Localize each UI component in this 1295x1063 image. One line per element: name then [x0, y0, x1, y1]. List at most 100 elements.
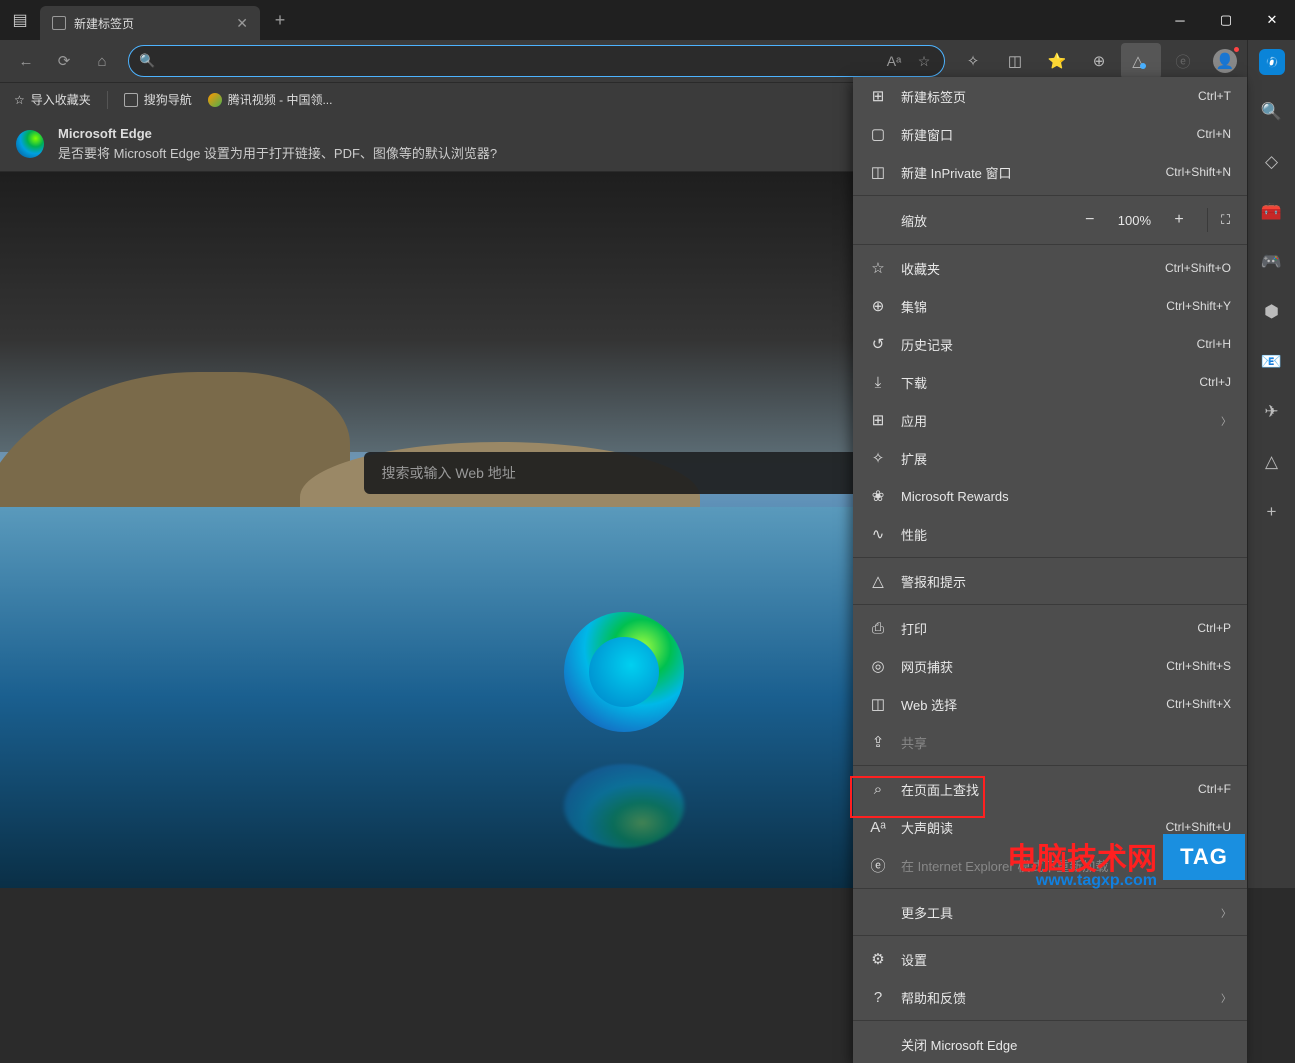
menu-item-label: 新建窗口 — [901, 125, 1183, 144]
menu-item-icon: ⊞ — [869, 87, 887, 105]
bookmark-item[interactable]: 搜狗导航 — [124, 91, 192, 108]
ie-mode-icon[interactable]: ⓔ — [1163, 43, 1203, 79]
menu-item-label: 集锦 — [901, 297, 1152, 316]
browser-tab[interactable]: 新建标签页 ✕ — [40, 6, 260, 40]
menu-item-icon: ⊕ — [869, 297, 887, 315]
menu-item[interactable]: ?帮助和反馈〉 — [853, 978, 1247, 1016]
banner-message: 是否要将 Microsoft Edge 设置为用于打开链接、PDF、图像等的默认… — [58, 143, 497, 162]
menu-item[interactable]: ✧扩展 — [853, 439, 1247, 477]
menu-item: ⇪共享 — [853, 723, 1247, 761]
watermark-badge: TAG — [1163, 834, 1245, 880]
menu-item-icon: ◎ — [869, 657, 887, 675]
games-icon[interactable]: 🎮 — [1256, 246, 1288, 278]
read-aloud-icon[interactable]: Aᵃ — [884, 51, 904, 71]
page-icon — [52, 16, 66, 30]
menu-shortcut: Ctrl+J — [1199, 375, 1231, 389]
menu-item-icon: ◫ — [869, 695, 887, 713]
back-button[interactable]: ← — [8, 43, 44, 79]
zoom-label: 缩放 — [901, 211, 1064, 230]
menu-item-icon: ↺ — [869, 335, 887, 353]
zoom-in-button[interactable]: + — [1167, 211, 1191, 229]
menu-item-icon: ⊞ — [869, 411, 887, 429]
menu-item[interactable]: ▢新建窗口Ctrl+N — [853, 115, 1247, 153]
menu-item[interactable]: 关闭 Microsoft Edge — [853, 1025, 1247, 1063]
ntp-search-box[interactable]: 搜索或输入 Web 地址 — [364, 452, 884, 494]
menu-item-label: 应用 — [901, 411, 1207, 430]
menu-item[interactable]: ⊞ 应用〉 — [853, 401, 1247, 439]
banner-title: Microsoft Edge — [58, 126, 497, 141]
menu-item-icon: ⓔ — [869, 855, 887, 876]
import-favorites-button[interactable]: ☆ 导入收藏夹 — [14, 91, 91, 108]
menu-item-icon: ⇪ — [869, 733, 887, 751]
shopping-icon[interactable]: ◇ — [1256, 146, 1288, 178]
menu-item[interactable]: ◎网页捕获Ctrl+Shift+S — [853, 647, 1247, 685]
bing-chat-icon[interactable]: b — [1256, 46, 1288, 78]
menu-shortcut: Ctrl+Shift+X — [1166, 697, 1231, 711]
menu-separator — [853, 1020, 1247, 1021]
close-tab-icon[interactable]: ✕ — [236, 15, 248, 32]
menu-item-icon: ⎙ — [869, 620, 887, 637]
menu-shortcut: Ctrl+P — [1197, 621, 1231, 635]
tools-icon[interactable]: 🧰 — [1256, 196, 1288, 228]
zoom-out-button[interactable]: − — [1078, 211, 1102, 229]
menu-item[interactable]: ⊞新建标签页Ctrl+T — [853, 77, 1247, 115]
search-placeholder: 搜索或输入 Web 地址 — [382, 463, 516, 483]
menu-item-label: 在页面上查找 — [901, 780, 1184, 799]
menu-item-icon: ☆ — [869, 259, 887, 277]
refresh-button[interactable]: ⟳ — [46, 43, 82, 79]
menu-item-label: 打印 — [901, 619, 1183, 638]
menu-item[interactable]: ☆收藏夹Ctrl+Shift+O — [853, 249, 1247, 287]
outlook-icon[interactable]: 📧 — [1256, 346, 1288, 378]
fullscreen-button[interactable]: ⛶ — [1207, 208, 1231, 232]
send-icon[interactable]: ✈ — [1256, 396, 1288, 428]
chevron-right-icon: 〉 — [1221, 413, 1231, 428]
menu-item-label: 更多工具 — [901, 903, 1207, 922]
new-tab-button[interactable]: + — [264, 10, 296, 31]
split-screen-icon[interactable]: ◫ — [995, 43, 1035, 79]
add-sidebar-icon[interactable]: + — [1256, 496, 1288, 528]
minimize-button[interactable]: ─ — [1157, 0, 1203, 40]
menu-item-icon: ❀ — [869, 487, 887, 505]
menu-item[interactable]: ⌕在页面上查找Ctrl+F — [853, 770, 1247, 808]
menu-item-label: 网页捕获 — [901, 657, 1152, 676]
menu-item-icon: ⤓ — [869, 374, 887, 391]
maximize-button[interactable]: ▢ — [1203, 0, 1249, 40]
alert-icon[interactable]: △ — [1256, 446, 1288, 478]
collections-icon[interactable]: ⊕ — [1079, 43, 1119, 79]
menu-shortcut: Ctrl+Shift+O — [1165, 261, 1231, 275]
tab-strip-button[interactable]: ▤ — [0, 0, 40, 40]
menu-separator — [853, 195, 1247, 196]
menu-item[interactable]: ⤓下载Ctrl+J — [853, 363, 1247, 401]
close-window-button[interactable]: ✕ — [1249, 0, 1295, 40]
profile-icon[interactable]: 👤 — [1205, 43, 1245, 79]
favorites-icon[interactable]: ⭐ — [1037, 43, 1077, 79]
menu-item[interactable]: ⊕ 集锦 Ctrl+Shift+Y — [853, 287, 1247, 325]
menu-shortcut: Ctrl+Shift+Y — [1166, 299, 1231, 313]
extensions-icon[interactable]: ✧ — [953, 43, 993, 79]
search-sidebar-icon[interactable]: 🔍 — [1256, 96, 1288, 128]
import-icon: ☆ — [14, 93, 25, 107]
microsoft365-icon[interactable]: ⬢ — [1256, 296, 1288, 328]
menu-item[interactable]: ↺历史记录Ctrl+H — [853, 325, 1247, 363]
menu-item[interactable]: ∿性能 — [853, 515, 1247, 553]
zoom-value: 100% — [1118, 213, 1151, 228]
bookmark-item[interactable]: 腾讯视频 - 中国领... — [208, 91, 333, 108]
page-icon — [124, 93, 138, 107]
menu-item[interactable]: ◫Web 选择Ctrl+Shift+X — [853, 685, 1247, 723]
menu-item[interactable]: 更多工具〉 — [853, 893, 1247, 931]
address-bar[interactable]: 🔍 Aᵃ ☆ — [128, 45, 945, 77]
menu-item-icon: ⚙ — [869, 950, 887, 968]
menu-item[interactable]: ❀Microsoft Rewards — [853, 477, 1247, 515]
toolbar: ← ⟳ ⌂ 🔍 Aᵃ ☆ ✧ ◫ ⭐ ⊕ △ ⓔ 👤 ⋯ — [0, 40, 1295, 82]
menu-item-label: 设置 — [901, 950, 1231, 969]
favorite-star-icon[interactable]: ☆ — [914, 51, 934, 71]
home-button[interactable]: ⌂ — [84, 43, 120, 79]
menu-item[interactable]: ⚙ 设置 — [853, 940, 1247, 978]
menu-item[interactable]: △警报和提示 — [853, 562, 1247, 600]
separator — [107, 91, 108, 109]
menu-item[interactable]: ⎙ 打印 Ctrl+P — [853, 609, 1247, 647]
menu-item[interactable]: ◫新建 InPrivate 窗口Ctrl+Shift+N — [853, 153, 1247, 191]
notifications-icon[interactable]: △ — [1121, 43, 1161, 79]
title-bar: ▤ 新建标签页 ✕ + ─ ▢ ✕ — [0, 0, 1295, 40]
menu-item-label: 帮助和反馈 — [901, 988, 1207, 1007]
